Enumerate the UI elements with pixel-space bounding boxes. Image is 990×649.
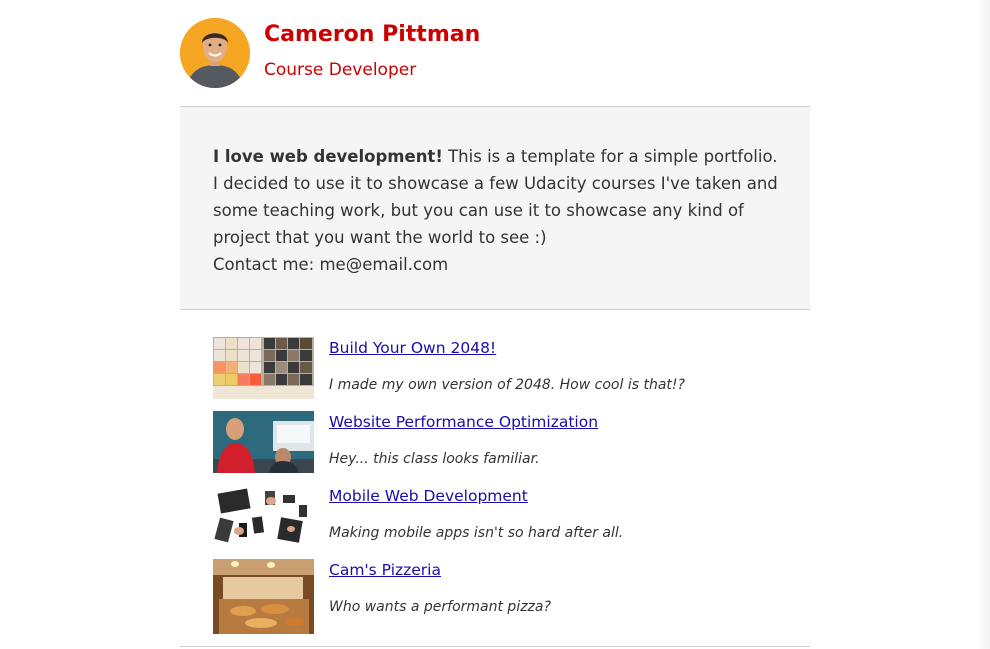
profile-role: Course Developer: [264, 60, 417, 80]
footer-divider: [180, 646, 810, 647]
portfolio-page: Cameron Pittman Course Developer I love …: [0, 0, 990, 649]
project-thumbnail-mobile[interactable]: [213, 485, 314, 547]
project-item-performance: Website Performance Optimization Hey... …: [213, 411, 773, 487]
profile-avatar: [180, 18, 250, 88]
window-edge-shadow: [976, 0, 990, 649]
project-description: Hey... this class looks familiar.: [329, 451, 540, 467]
project-description: Who wants a performant pizza?: [329, 599, 551, 615]
project-link-2048[interactable]: Build Your Own 2048!: [329, 339, 496, 357]
about-panel: I love web development! This is a templa…: [180, 107, 810, 309]
project-description: Making mobile apps isn't so hard after a…: [329, 525, 624, 541]
contact-line: Contact me: me@email.com: [213, 255, 449, 274]
project-link-mobile[interactable]: Mobile Web Development: [329, 487, 528, 505]
project-item-pizzeria: Cam's Pizzeria Who wants a performant pi…: [213, 559, 773, 635]
project-thumbnail-2048[interactable]: [213, 337, 314, 399]
project-thumbnail-pizzeria[interactable]: [213, 559, 314, 634]
project-description: I made my own version of 2048. How cool …: [329, 377, 685, 393]
about-divider: [180, 309, 810, 310]
project-item-2048: Build Your Own 2048! I made my own versi…: [213, 337, 773, 413]
about-text: I love web development! This is a templa…: [213, 143, 783, 278]
about-bold-intro: I love web development!: [213, 147, 443, 166]
project-link-performance[interactable]: Website Performance Optimization: [329, 413, 598, 431]
project-thumbnail-performance[interactable]: [213, 411, 314, 473]
profile-name: Cameron Pittman: [264, 22, 481, 47]
project-item-mobile: Mobile Web Development Making mobile app…: [213, 485, 773, 561]
profile-header: Cameron Pittman Course Developer: [180, 18, 810, 106]
project-link-pizzeria[interactable]: Cam's Pizzeria: [329, 561, 441, 579]
